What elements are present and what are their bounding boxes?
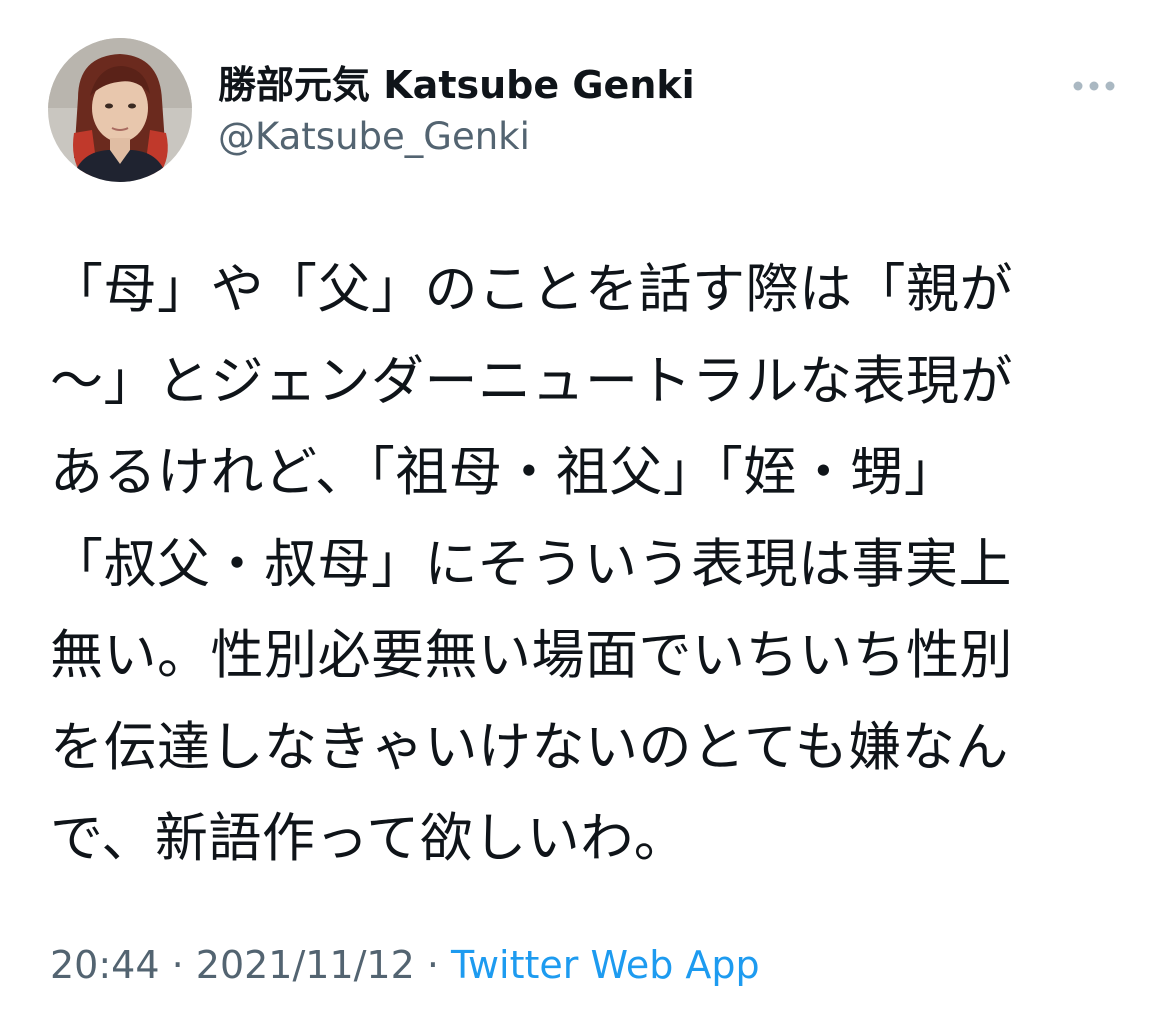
author-display-name[interactable]: 勝部元気 Katsube Genki [218,62,695,108]
more-options-button[interactable] [1064,62,1124,110]
tweet-time[interactable]: 20:44 [50,943,160,987]
avatar-image [48,38,192,182]
avatar[interactable] [48,38,192,182]
tweet-text-line: あるけれど、「祖母・祖父」「姪・甥」 [50,442,958,503]
tweet-text-line: 「叔父・叔母」にそういう表現は事実上 [50,533,1012,595]
tweet-text-line: 「母」や「父」のことを話す際は「親が [50,259,1013,320]
more-horizontal-icon [1073,81,1115,91]
tweet-text-line: で、新語作って欲しいわ。 [50,808,688,869]
tweet-text-line: 無い。性別必要無い場面でいちいち性別 [50,625,1013,686]
tweet-source-link[interactable]: Twitter Web App [451,943,760,987]
tweet-text-line: を伝達しなきゃいけないのとても嫌なん [50,716,1009,778]
tweet-text-line: 〜」とジェンダーニュートラルな表現が [50,350,1013,412]
tweet-text: 「母」や「父」のことを話す際は「親が 〜」とジェンダーニュートラルな表現が ある… [50,244,1118,885]
meta-separator: · [414,943,452,987]
meta-separator: · [159,943,196,987]
tweet-date[interactable]: 2021/11/12 [196,943,415,987]
author-handle[interactable]: @Katsube_Genki [218,114,530,160]
tweet-metadata: 20:44 · 2021/11/12 · Twitter Web App [50,940,760,990]
tweet: 勝部元気 Katsube Genki @Katsube_Genki 「母」や「父… [0,0,1170,1021]
